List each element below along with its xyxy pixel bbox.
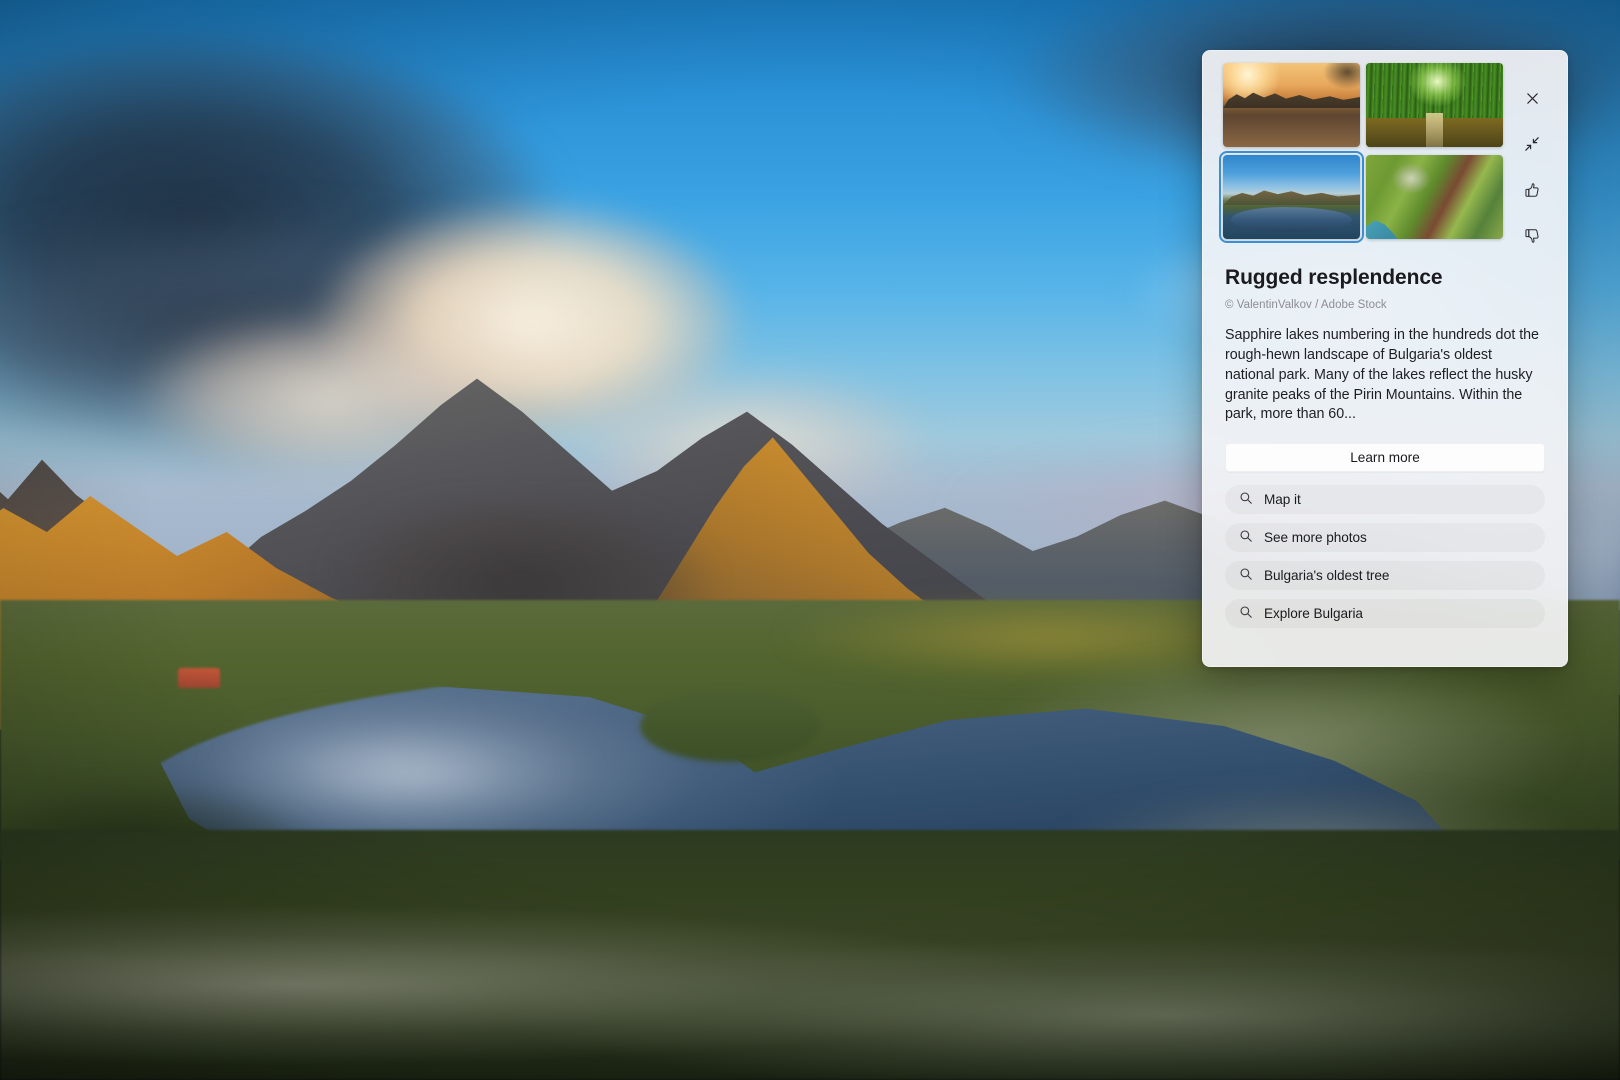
close-icon bbox=[1525, 91, 1540, 106]
image-credit: © ValentinValkov / Adobe Stock bbox=[1225, 299, 1387, 312]
thumbnail-image bbox=[1366, 155, 1503, 239]
search-icon bbox=[1239, 529, 1253, 546]
thumbnail-karst-sunrise-reflection[interactable] bbox=[1223, 63, 1360, 147]
thumbnail-alpine-lake-pirin-selected[interactable] bbox=[1219, 151, 1364, 243]
wallpaper-foreground-scree bbox=[0, 830, 1620, 1080]
spotlight-actions: Learn more Map it See more photos Bulgar… bbox=[1203, 425, 1567, 628]
spotlight-content: Rugged resplendence © ValentinValkov / A… bbox=[1203, 251, 1567, 425]
collapse-button[interactable] bbox=[1517, 129, 1547, 159]
thumbs-down-icon bbox=[1524, 228, 1540, 244]
learn-more-button[interactable]: Learn more bbox=[1225, 443, 1545, 473]
search-suggestion-explore-bulgaria[interactable]: Explore Bulgaria bbox=[1225, 599, 1545, 628]
wallpaper-lake-islet bbox=[640, 690, 820, 762]
search-suggestion-label: Map it bbox=[1264, 492, 1301, 508]
search-icon bbox=[1239, 605, 1253, 622]
search-icon bbox=[1239, 567, 1253, 584]
page-title: Rugged resplendence bbox=[1225, 266, 1443, 289]
desktop-wallpaper: Rugged resplendence © ValentinValkov / A… bbox=[0, 0, 1620, 1080]
close-button[interactable] bbox=[1517, 83, 1547, 113]
search-suggestion-label: See more photos bbox=[1264, 530, 1367, 546]
thumbnail-image bbox=[1223, 155, 1360, 239]
thumbnail-image bbox=[1223, 63, 1360, 147]
search-suggestion-bulgarias-oldest-tree[interactable]: Bulgaria's oldest tree bbox=[1225, 561, 1545, 590]
search-suggestion-label: Explore Bulgaria bbox=[1264, 606, 1363, 622]
thumbs-up-icon bbox=[1524, 182, 1540, 198]
thumbnail-aerial-patchwork-fields[interactable] bbox=[1366, 155, 1503, 239]
image-description: Sapphire lakes numbering in the hundreds… bbox=[1225, 327, 1539, 423]
thumbnail-image bbox=[1366, 63, 1503, 147]
action-icon-rail bbox=[1517, 63, 1557, 251]
thumbnail-grid bbox=[1219, 63, 1503, 251]
search-suggestion-map-it[interactable]: Map it bbox=[1225, 485, 1545, 514]
wallpaper-tent bbox=[178, 668, 220, 688]
search-suggestion-list: Map it See more photos Bulgaria's oldest… bbox=[1225, 485, 1545, 628]
dislike-button[interactable] bbox=[1517, 221, 1547, 251]
search-suggestion-see-more-photos[interactable]: See more photos bbox=[1225, 523, 1545, 552]
collapse-icon bbox=[1524, 136, 1540, 152]
search-icon bbox=[1239, 491, 1253, 508]
search-suggestion-label: Bulgaria's oldest tree bbox=[1264, 568, 1390, 584]
thumbnail-bamboo-grove-path[interactable] bbox=[1366, 63, 1503, 147]
spotlight-flyout-panel: Rugged resplendence © ValentinValkov / A… bbox=[1202, 50, 1568, 667]
spotlight-header bbox=[1203, 51, 1567, 251]
like-button[interactable] bbox=[1517, 175, 1547, 205]
